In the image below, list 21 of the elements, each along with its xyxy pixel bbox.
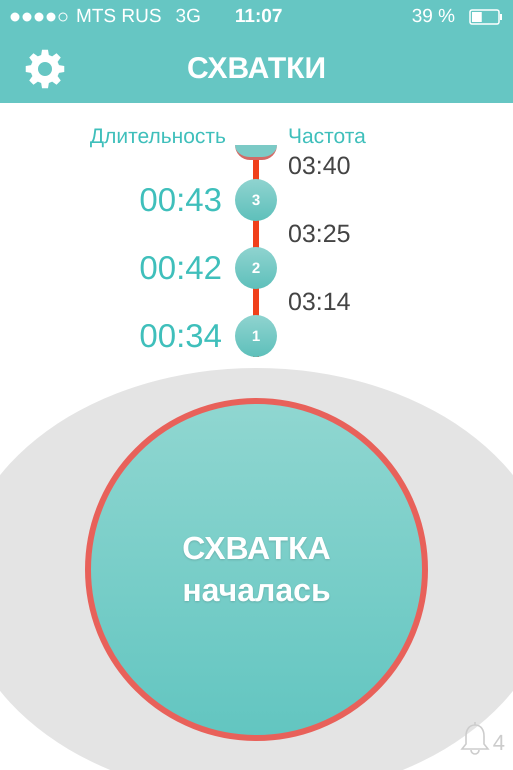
settings-icon[interactable] <box>24 48 66 90</box>
column-header: Длительность <box>90 125 226 149</box>
duration-text: 00:34 <box>139 317 222 355</box>
battery-text: 39 % <box>412 6 455 28</box>
screen-title: СХВАТКИ <box>186 52 328 86</box>
duration-text: 00:42 <box>139 249 222 287</box>
carrier-text: MTS RUS <box>76 6 162 28</box>
battery-icon <box>469 9 503 25</box>
contraction-node: 1 <box>235 315 277 357</box>
duration-text: 00:43 <box>139 181 222 219</box>
column-header: Частота <box>288 125 366 149</box>
bell-icon[interactable] <box>458 720 491 756</box>
contraction-node: 2 <box>235 247 277 289</box>
contraction-node: 3 <box>235 179 277 221</box>
interval-text: 03:14 <box>288 289 352 315</box>
interval-text: 03:40 <box>288 153 352 179</box>
interval-text: 03:25 <box>288 221 352 247</box>
signal-icon <box>10 12 70 22</box>
network-text: 3G <box>176 6 201 28</box>
time-text: 11:07 <box>234 6 282 28</box>
timeline-node <box>235 145 277 160</box>
